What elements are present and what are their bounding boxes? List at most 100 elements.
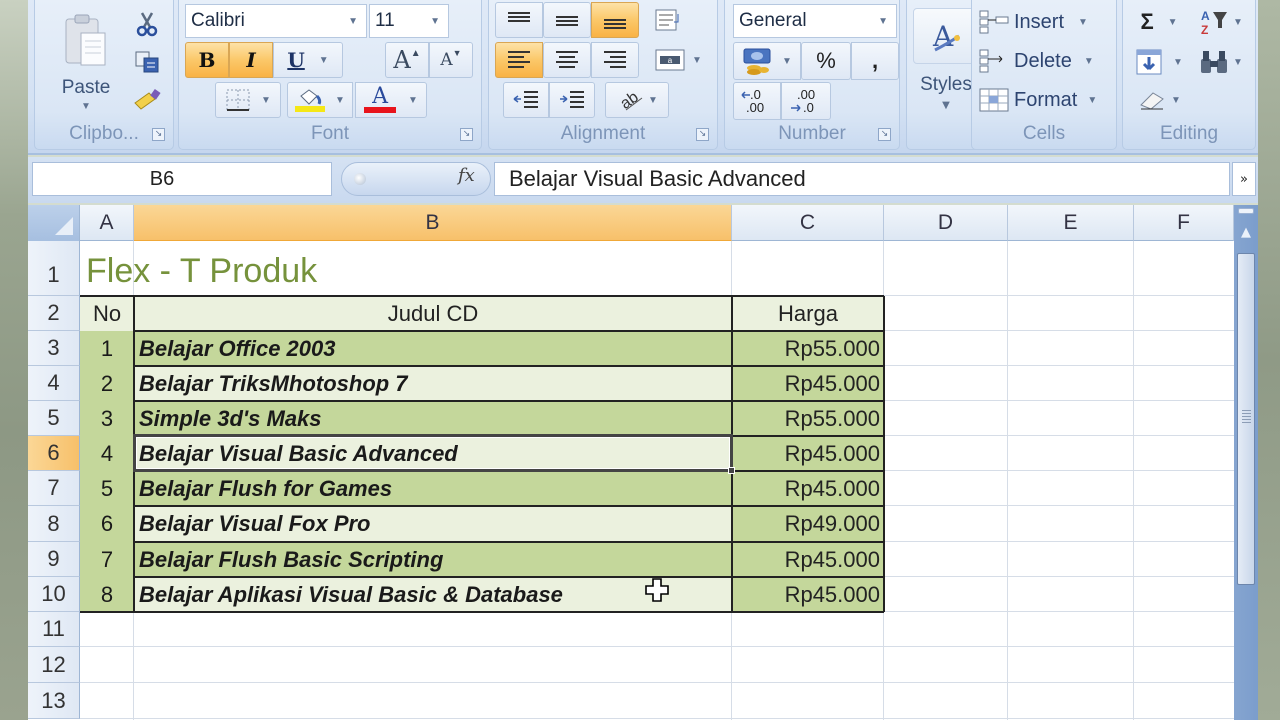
paste-button[interactable]: Paste ▼ [43,4,129,120]
expand-formula-bar-icon[interactable]: » [1232,162,1256,196]
font-size-combo[interactable]: 11 ▼ [369,4,449,38]
alignment-dialog-launcher-icon[interactable]: ↘ [696,128,709,141]
row-number-cell[interactable]: 2 [80,366,134,401]
autosum-button[interactable]: Σ ▼ [1129,6,1189,38]
price-cell[interactable]: Rp45.000 [732,366,884,401]
column-header-e[interactable]: E [1008,205,1134,241]
comma-style-button[interactable]: , [851,42,899,80]
align-top-button[interactable] [495,2,543,38]
sort-filter-button[interactable]: AZ ▼ [1191,6,1251,38]
row-header-13[interactable]: 13 [28,683,80,719]
row-header-4[interactable]: 4 [28,366,80,401]
row-header-1[interactable]: 1 [28,241,80,296]
styles-button[interactable]: A [913,8,977,64]
percent-style-button[interactable]: % [801,42,851,80]
column-header-d[interactable]: D [884,205,1008,241]
header-title-cell[interactable]: Judul CD [134,296,732,331]
row-header-2[interactable]: 2 [28,296,80,331]
fill-button[interactable]: ▼ [1129,45,1189,79]
row-number-cell[interactable]: 3 [80,401,134,436]
row-header-9[interactable]: 9 [28,542,80,577]
accounting-format-button[interactable]: ▼ [733,42,801,80]
row-number-cell[interactable]: 6 [80,506,134,542]
fill-color-button[interactable]: ▼ [287,82,353,118]
find-select-button[interactable]: ▼ [1191,45,1251,79]
decrease-indent-button[interactable] [503,82,549,118]
header-price-cell[interactable]: Harga [732,296,884,331]
borders-button[interactable]: ▼ [215,82,281,118]
copy-button[interactable] [131,46,163,78]
font-dialog-launcher-icon[interactable]: ↘ [460,128,473,141]
row-number-cell[interactable]: 8 [80,577,134,612]
increase-decimal-button[interactable]: .0.00 [733,82,781,120]
column-header-b[interactable]: B [134,205,732,241]
fill-handle[interactable] [728,467,735,474]
align-middle-button[interactable] [543,2,591,38]
row-header-5[interactable]: 5 [28,401,80,436]
price-cell[interactable]: Rp45.000 [732,542,884,577]
insert-function-icon[interactable]: fx [458,165,475,186]
sheet-title-cell[interactable]: Flex - T Produk [80,241,680,296]
row-header-3[interactable]: 3 [28,331,80,366]
row-header-12[interactable]: 12 [28,647,80,683]
price-cell[interactable]: Rp49.000 [732,506,884,542]
italic-button[interactable]: I [229,42,273,78]
format-cells-button[interactable]: Format ▼ [978,84,1114,116]
scroll-thumb[interactable] [1237,253,1255,585]
cd-title-cell[interactable]: Belajar Office 2003 [134,331,732,366]
align-bottom-button[interactable] [591,2,639,38]
format-painter-button[interactable] [131,84,163,116]
row-number-cell[interactable]: 1 [80,331,134,366]
formula-input[interactable]: Belajar Visual Basic Advanced [494,162,1230,196]
header-no-cell[interactable]: No [80,296,134,331]
cd-title-cell[interactable]: Belajar Aplikasi Visual Basic & Database [134,577,732,612]
split-box[interactable] [1238,208,1254,214]
orientation-button[interactable]: ab ▼ [605,82,669,118]
underline-button[interactable]: U ▼ [273,42,343,78]
row-header-8[interactable]: 8 [28,506,80,542]
decrease-decimal-button[interactable]: .00.0 [781,82,831,120]
row-header-6[interactable]: 6 [28,436,80,471]
delete-cells-button[interactable]: Delete ▼ [978,45,1114,77]
cd-title-cell[interactable]: Belajar TriksMhotoshop 7 [134,366,732,401]
column-header-a[interactable]: A [80,205,134,241]
align-right-button[interactable] [591,42,639,78]
bold-button[interactable]: B [185,42,229,78]
price-cell[interactable]: Rp45.000 [732,436,884,471]
price-cell[interactable]: Rp55.000 [732,401,884,436]
worksheet-grid[interactable]: A B C D E F 1 2 3 4 5 6 7 8 9 10 11 12 13 Flex - T Produk No… [28,205,1234,720]
column-header-c[interactable]: C [732,205,884,241]
merge-center-button[interactable]: a ▼ [647,42,709,78]
wrap-text-button[interactable] [647,2,691,38]
insert-cells-button[interactable]: Insert ▼ [978,6,1114,38]
name-box[interactable]: B6 [32,162,332,196]
align-left-button[interactable] [495,42,543,78]
cd-title-cell[interactable]: Belajar Flush Basic Scripting [134,542,732,577]
shrink-font-button[interactable]: A ▼ [429,42,473,78]
increase-indent-button[interactable] [549,82,595,118]
row-number-cell[interactable]: 5 [80,471,134,506]
vertical-scrollbar[interactable]: ▲ [1234,205,1258,720]
row-header-7[interactable]: 7 [28,471,80,506]
cd-title-cell[interactable]: Simple 3d's Maks [134,401,732,436]
cut-button[interactable] [131,8,163,40]
column-header-f[interactable]: F [1134,205,1234,241]
row-header-11[interactable]: 11 [28,612,80,647]
cd-title-cell[interactable]: Belajar Flush for Games [134,471,732,506]
clipboard-dialog-launcher-icon[interactable]: ↘ [152,128,165,141]
select-all-button[interactable] [28,205,80,241]
grow-font-button[interactable]: A ▲ [385,42,429,78]
price-cell[interactable]: Rp45.000 [732,577,884,612]
scroll-up-icon[interactable]: ▲ [1234,217,1258,247]
row-number-cell[interactable]: 4 [80,436,134,471]
row-number-cell[interactable]: 7 [80,542,134,577]
price-cell[interactable]: Rp45.000 [732,471,884,506]
number-format-combo[interactable]: General ▼ [733,4,897,38]
font-color-button[interactable]: A ▼ [355,82,427,118]
price-cell[interactable]: Rp55.000 [732,331,884,366]
cd-title-cell[interactable]: Belajar Visual Fox Pro [134,506,732,542]
number-dialog-launcher-icon[interactable]: ↘ [878,128,891,141]
font-name-combo[interactable]: Calibri ▼ [185,4,367,38]
align-center-button[interactable] [543,42,591,78]
clear-button[interactable]: ▼ [1129,84,1189,116]
